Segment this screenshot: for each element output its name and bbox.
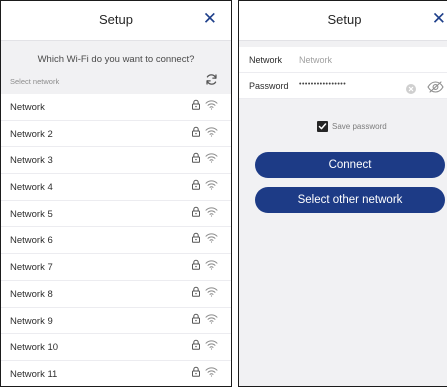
clear-icon[interactable] <box>406 81 416 99</box>
network-name: Network 11 <box>10 368 58 380</box>
network-status-icons <box>191 126 218 137</box>
lock-icon <box>191 206 201 217</box>
lock-icon <box>191 259 201 270</box>
network-list-item[interactable]: Network <box>1 94 231 121</box>
page-title: Setup <box>99 12 133 27</box>
network-name: Network 7 <box>10 262 53 274</box>
network-name: Network 8 <box>10 288 53 300</box>
password-label: Password <box>249 81 289 91</box>
network-list-item[interactable]: Network 2 <box>1 120 231 148</box>
network-list-item[interactable]: Network 8 <box>1 280 231 308</box>
lock-icon <box>191 126 201 137</box>
close-icon[interactable]: ✕ <box>203 10 217 27</box>
network-status-icons <box>191 366 218 377</box>
lock-icon <box>191 232 201 244</box>
header: Setup ✕ <box>239 1 447 41</box>
network-status-icons <box>191 339 218 350</box>
connect-button[interactable]: Connect <box>255 152 445 178</box>
lock-icon <box>191 339 201 350</box>
save-password-label: Save password <box>332 122 387 131</box>
network-list-item[interactable]: Network 10 <box>1 334 231 361</box>
network-name: Network 3 <box>10 155 53 167</box>
lock-icon <box>191 99 201 110</box>
network-name: Network 4 <box>10 182 53 194</box>
network-status-icons <box>191 259 218 270</box>
network-list-item[interactable]: Network 3 <box>1 147 231 175</box>
network-list-item[interactable]: Network 6 <box>1 227 231 255</box>
network-status-icons <box>191 286 218 297</box>
wifi-icon <box>205 286 218 297</box>
wifi-icon <box>205 179 218 190</box>
select-network-row: Select network <box>1 72 231 92</box>
network-status-icons <box>191 232 218 244</box>
network-name: Network 9 <box>10 315 53 327</box>
network-status-icons <box>191 99 218 110</box>
network-list-item[interactable]: Network 9 <box>1 307 231 335</box>
network-input[interactable] <box>299 53 389 67</box>
wifi-icon <box>205 206 218 217</box>
lock-icon <box>191 152 201 164</box>
lock-icon <box>191 313 201 324</box>
lock-icon <box>191 286 201 297</box>
header: Setup ✕ <box>1 1 231 41</box>
connect-panel: Setup ✕ Network Password •••••••••••••••… <box>238 0 447 387</box>
password-input[interactable]: •••••••••••••••• <box>299 81 346 88</box>
wifi-icon <box>205 126 218 137</box>
wifi-icon <box>205 259 218 270</box>
close-icon[interactable]: ✕ <box>432 10 446 27</box>
network-status-icons <box>191 206 218 217</box>
wifi-icon <box>205 339 218 350</box>
network-name: Network <box>10 102 45 113</box>
wifi-question: Which Wi-Fi do you want to connect? <box>37 54 195 65</box>
network-name: Network 5 <box>10 208 53 220</box>
network-list-item[interactable]: Network 5 <box>1 200 231 228</box>
wifi-icon <box>205 232 218 244</box>
network-status-icons <box>191 152 218 164</box>
wifi-icon <box>205 313 218 324</box>
network-list-item[interactable]: Network 7 <box>1 254 231 281</box>
lock-icon <box>191 179 201 190</box>
eye-off-icon[interactable] <box>427 80 444 98</box>
network-name: Network 2 <box>10 128 53 140</box>
network-status-icons <box>191 179 218 190</box>
network-status-icons <box>191 313 218 324</box>
save-password-row: Save password <box>239 119 447 135</box>
lock-icon <box>191 366 201 377</box>
network-name: Network 6 <box>10 235 53 247</box>
network-label: Network <box>249 55 283 65</box>
wifi-icon <box>205 99 218 110</box>
select-network-label: Select network <box>10 77 60 86</box>
network-list-panel: Setup ✕ Which Wi-Fi do you want to conne… <box>0 0 232 387</box>
wifi-icon <box>205 152 218 163</box>
wifi-icon <box>205 366 218 377</box>
password-row: Password •••••••••••••••• <box>239 73 447 99</box>
select-other-network-button[interactable]: Select other network <box>255 187 445 213</box>
refresh-icon[interactable] <box>205 73 218 88</box>
network-row: Network <box>239 47 447 73</box>
network-list: Network Network 2 Network 3 Network 4 Networ… <box>1 94 231 386</box>
network-name: Network 10 <box>10 342 59 354</box>
credentials-form: Network Password •••••••••••••••• <box>239 47 447 99</box>
page-title: Setup <box>327 12 362 27</box>
network-list-item[interactable]: Network 4 <box>1 174 231 201</box>
network-list-item[interactable]: Network 11 <box>1 360 231 386</box>
save-password-checkbox[interactable] <box>317 121 328 132</box>
